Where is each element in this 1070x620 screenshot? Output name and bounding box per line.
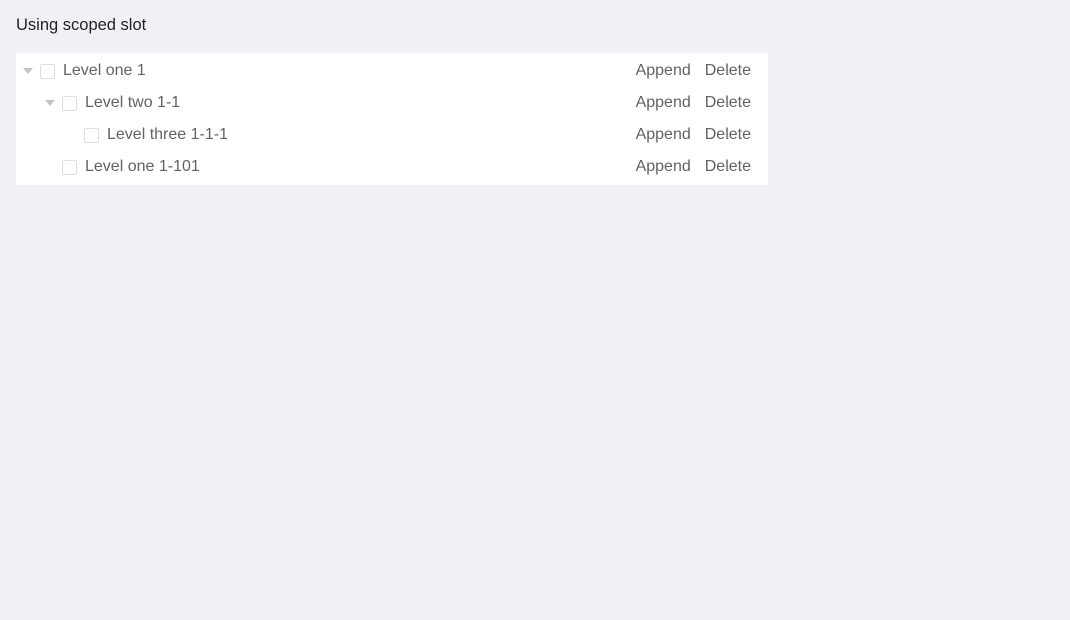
tree-node-checkbox[interactable] — [62, 96, 77, 111]
chevron-down-icon[interactable] — [38, 98, 62, 108]
append-button[interactable]: Append — [629, 119, 698, 151]
append-button[interactable]: Append — [629, 151, 698, 183]
tree-panel: Level one 1 Append Delete Level two 1-1 … — [16, 53, 768, 185]
chevron-down-icon[interactable] — [16, 66, 40, 76]
delete-button[interactable]: Delete — [698, 87, 758, 119]
section-title: Using scoped slot — [16, 14, 1054, 37]
tree-node-actions: Append Delete — [629, 87, 760, 119]
tree-node[interactable]: Level two 1-1 Append Delete — [16, 87, 768, 119]
tree-node-checkbox[interactable] — [40, 64, 55, 79]
tree-node[interactable]: Level three 1-1-1 Append Delete — [16, 119, 768, 151]
tree-node-label: Level one 1-101 — [85, 151, 200, 183]
tree-node-label: Level one 1 — [63, 55, 146, 87]
tree-node[interactable]: Level one 1 Append Delete — [16, 55, 768, 87]
tree-node[interactable]: Level one 1-101 Append Delete — [16, 151, 768, 183]
tree-node-label: Level three 1-1-1 — [107, 119, 228, 151]
tree-node-checkbox[interactable] — [62, 160, 77, 175]
tree-node-actions: Append Delete — [629, 151, 760, 183]
tree-node-actions: Append Delete — [629, 119, 760, 151]
tree-node-label: Level two 1-1 — [85, 87, 180, 119]
delete-button[interactable]: Delete — [698, 119, 758, 151]
delete-button[interactable]: Delete — [698, 151, 758, 183]
tree-node-actions: Append Delete — [629, 55, 760, 87]
delete-button[interactable]: Delete — [698, 55, 758, 87]
append-button[interactable]: Append — [629, 87, 698, 119]
tree-node-checkbox[interactable] — [84, 128, 99, 143]
append-button[interactable]: Append — [629, 55, 698, 87]
